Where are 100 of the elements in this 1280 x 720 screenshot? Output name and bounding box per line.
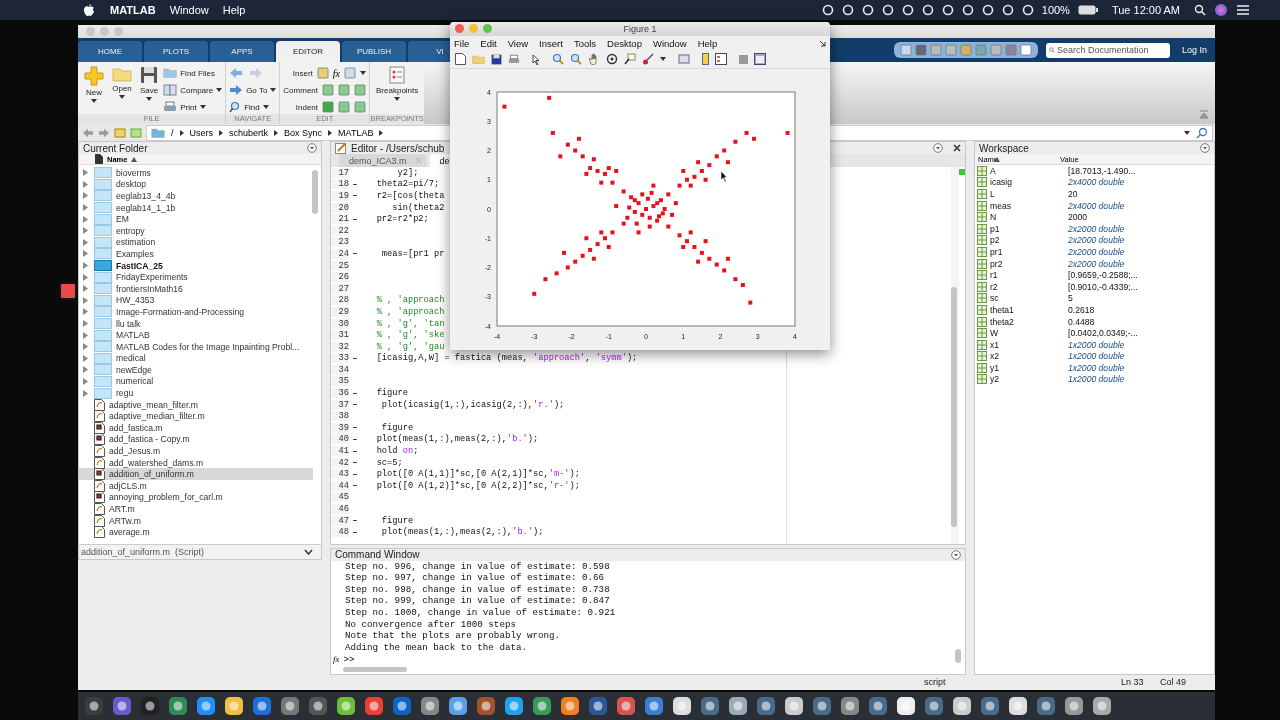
file-row[interactable]: numerical xyxy=(79,375,313,388)
clock[interactable]: Tue 12:00 AM xyxy=(1111,4,1180,16)
menu-item[interactable]: Window xyxy=(169,4,209,16)
line-number: 26 xyxy=(331,272,349,283)
find-files-button[interactable]: Find Files xyxy=(163,66,223,80)
go-to-button[interactable]: Go To xyxy=(229,83,277,97)
file-row[interactable]: ARTw.m xyxy=(79,514,313,527)
file-row[interactable]: entropy xyxy=(79,224,313,237)
code-line: figure xyxy=(375,388,408,399)
variable-name: y1 xyxy=(990,362,1001,373)
file-row[interactable]: eeglab13_4_4b xyxy=(79,190,313,202)
file-row[interactable]: newEdge xyxy=(79,364,313,376)
path-segment[interactable]: MATLAB xyxy=(338,127,374,138)
function-browser-button[interactable]: fx xyxy=(333,654,340,665)
line-number: 47 xyxy=(331,515,349,526)
menu-item[interactable]: Edit xyxy=(480,37,497,49)
breakpoints-button[interactable]: Breakpoints xyxy=(373,66,422,101)
file-row[interactable]: adaptive_median_filter.m xyxy=(79,410,313,423)
file-row[interactable]: desktop xyxy=(79,178,313,191)
variable-value: 0.4488 xyxy=(1068,316,1095,327)
insert-label: Insert xyxy=(292,68,313,78)
ribbon-tab[interactable]: PLOTS xyxy=(144,41,208,62)
file-row[interactable]: EM xyxy=(79,213,313,225)
path-segment[interactable]: Users xyxy=(189,127,214,138)
file-row[interactable]: medical xyxy=(79,352,313,365)
variable-value: 2000 xyxy=(1068,212,1088,223)
path-segment[interactable]: Box Sync xyxy=(284,127,323,138)
file-row[interactable]: ART.m xyxy=(79,503,313,515)
variable-name: sc xyxy=(990,293,1000,304)
file-row[interactable]: Examples xyxy=(79,248,313,260)
variable-name: icasig xyxy=(990,177,1013,188)
file-row[interactable]: frontiersInMath16 xyxy=(79,282,313,295)
file-name: eeglab13_4_4b xyxy=(116,191,176,201)
file-row[interactable]: addition_of_uniform.m xyxy=(79,468,313,481)
file-name: add_fastica - Copy.m xyxy=(109,434,190,445)
code-line: % , 'g', 'gau xyxy=(375,341,445,352)
file-row[interactable]: bioverms xyxy=(79,167,313,179)
command-prompt[interactable]: >> xyxy=(343,653,355,665)
line-number: 42 xyxy=(331,457,349,468)
file-row[interactable]: average.m xyxy=(79,526,313,538)
file-row[interactable]: FridayExperiments xyxy=(79,271,313,283)
ribbon-tab[interactable]: PUBLISH xyxy=(342,41,406,62)
menu-item[interactable]: Window xyxy=(652,37,687,49)
file-row[interactable]: adjCLS.m xyxy=(79,480,313,492)
search-field[interactable]: Search Documentation xyxy=(1045,42,1170,58)
file-tab[interactable]: demo_ICA3.m xyxy=(339,154,426,167)
menu-item[interactable]: View xyxy=(507,37,529,49)
file-row[interactable]: eeglab14_1_1b xyxy=(79,201,313,214)
file-name: eeglab14_1_1b xyxy=(116,202,176,213)
file-row[interactable]: FastICA_25 xyxy=(79,259,313,272)
ribbon-tab[interactable]: APPS xyxy=(210,41,274,62)
file-row[interactable]: llu talk xyxy=(79,317,313,330)
menu-item[interactable]: Help xyxy=(222,4,246,16)
file-row[interactable]: MATLAB xyxy=(79,329,313,341)
line-number: 24 xyxy=(331,248,349,259)
line-number: 34 xyxy=(331,364,349,375)
line-number: 39 xyxy=(331,422,349,433)
file-name: estimation xyxy=(116,237,156,248)
open-button[interactable]: Open xyxy=(109,66,135,99)
file-row[interactable]: add_Jesus.m xyxy=(79,445,313,457)
file-name: bioverms xyxy=(116,167,151,178)
path-segment[interactable]: schubertk xyxy=(229,127,269,138)
file-row[interactable]: add_fastica - Copy.m xyxy=(79,433,313,446)
line-number: 17 xyxy=(331,167,349,178)
path-segment[interactable]: / xyxy=(171,127,174,138)
ribbon-tab[interactable]: EDITOR xyxy=(276,41,340,62)
file-row[interactable]: annoying_problem_for_carl.m xyxy=(79,491,313,504)
file-row[interactable]: MATLAB Codes for the Image Inpainting Probl... xyxy=(79,340,313,353)
variable-value: [0.0402,0.0349;-... xyxy=(1068,328,1138,339)
panel-title: Workspace xyxy=(979,142,1029,154)
variable-value: 5 xyxy=(1068,293,1073,304)
file-row[interactable]: add_fastica.m xyxy=(79,422,313,434)
file-row[interactable]: adaptive_mean_filter.m xyxy=(79,398,313,411)
menu-item[interactable]: MATLAB xyxy=(110,4,156,16)
menu-item[interactable]: Desktop xyxy=(607,37,642,49)
compare-button[interactable]: Compare xyxy=(163,83,223,97)
file-name: EM xyxy=(116,214,129,225)
line-number: 33 xyxy=(331,353,349,364)
ribbon-tab[interactable]: HOME xyxy=(78,41,142,62)
file-row[interactable]: regu xyxy=(79,387,313,399)
file-name: llu talk xyxy=(116,318,141,329)
login-link[interactable]: Log In xyxy=(1181,45,1207,55)
menu-item[interactable]: Help xyxy=(697,37,718,49)
file-row[interactable]: HW_4353 xyxy=(79,294,313,307)
menu-item[interactable]: Tools xyxy=(573,37,597,49)
print-button[interactable]: Print xyxy=(163,100,223,114)
menu-item[interactable]: Insert xyxy=(539,37,563,49)
details-bar[interactable]: addition_of_uniform.m (Script) xyxy=(79,544,321,559)
line-number: 35 xyxy=(331,376,349,387)
file-row[interactable]: add_watershed_dams.m xyxy=(79,456,313,469)
save-button[interactable]: Save xyxy=(137,66,162,101)
new-button[interactable]: New xyxy=(81,66,107,103)
line-number: 25 xyxy=(331,260,349,271)
file-row[interactable]: estimation xyxy=(79,236,313,249)
file-row[interactable]: Image-Formation-and-Processing xyxy=(79,306,313,318)
fx-button[interactable]: fx xyxy=(332,67,341,79)
find-button[interactable]: Find xyxy=(229,100,277,114)
line-number: 41 xyxy=(331,446,349,457)
variable-name: theta1 xyxy=(990,304,1015,315)
variable-value: 2x2000 double xyxy=(1068,246,1125,257)
